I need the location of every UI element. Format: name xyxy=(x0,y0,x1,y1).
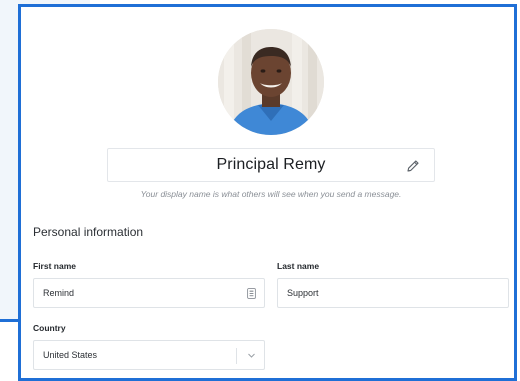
avatar-photo xyxy=(218,29,324,135)
first-name-input[interactable] xyxy=(43,288,233,298)
chevron-down-icon[interactable] xyxy=(247,351,256,360)
profile-card: Principal Remy Your display name is what… xyxy=(18,4,517,381)
display-name-hint: Your display name is what others will se… xyxy=(140,189,402,199)
last-name-field[interactable] xyxy=(277,278,509,308)
last-name-label: Last name xyxy=(277,261,320,271)
last-name-input[interactable] xyxy=(287,288,477,298)
country-selected-value: United States xyxy=(43,350,98,360)
contact-card-icon[interactable] xyxy=(247,288,256,299)
select-divider xyxy=(236,348,237,364)
first-name-field[interactable] xyxy=(33,278,265,308)
country-select[interactable]: United States xyxy=(33,340,265,370)
country-label: Country xyxy=(33,323,66,333)
display-name: Principal Remy xyxy=(216,156,326,173)
section-title-personal-information: Personal information xyxy=(33,225,144,239)
first-name-label: First name xyxy=(33,261,76,271)
pencil-icon[interactable] xyxy=(406,159,420,173)
avatar[interactable] xyxy=(218,29,324,135)
display-name-field[interactable]: Principal Remy xyxy=(107,148,435,182)
